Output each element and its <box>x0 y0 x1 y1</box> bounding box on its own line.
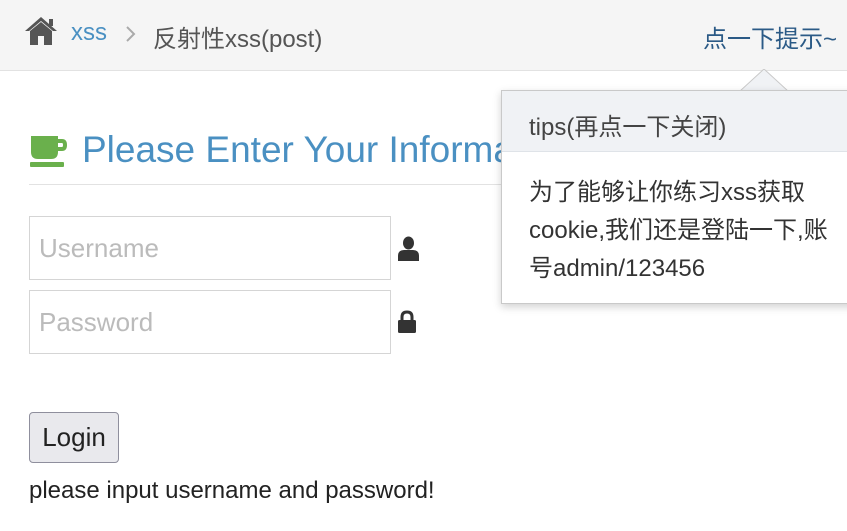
tips-popover[interactable]: tips(再点一下关闭) 为了能够让你练习xss获取cookie,我们还是登陆一… <box>501 90 847 304</box>
breadcrumb-link-xss[interactable]: xss <box>71 19 107 47</box>
breadcrumb-bar: xss 反射性xss(post) 点一下提示~ <box>0 0 847 71</box>
chevron-right-icon <box>126 26 136 42</box>
username-input[interactable] <box>29 216 391 280</box>
breadcrumb-current: 反射性xss(post) <box>153 26 323 53</box>
popover-content: 为了能够让你练习xss获取cookie,我们还是登陆一下,账号admin/123… <box>529 179 828 282</box>
popover-title: tips(再点一下关闭) <box>502 91 847 152</box>
home-icon[interactable] <box>24 16 58 46</box>
user-icon <box>398 236 419 261</box>
status-message: please input username and password! <box>29 477 435 504</box>
page-title: Please Enter Your Information <box>82 129 574 170</box>
coffee-cup-icon <box>30 136 67 167</box>
login-button[interactable]: Login <box>29 412 119 463</box>
lock-icon <box>398 310 416 333</box>
popover-arrow <box>740 69 788 92</box>
hint-toggle-link[interactable]: 点一下提示~ <box>703 19 837 54</box>
password-input[interactable] <box>29 290 391 354</box>
